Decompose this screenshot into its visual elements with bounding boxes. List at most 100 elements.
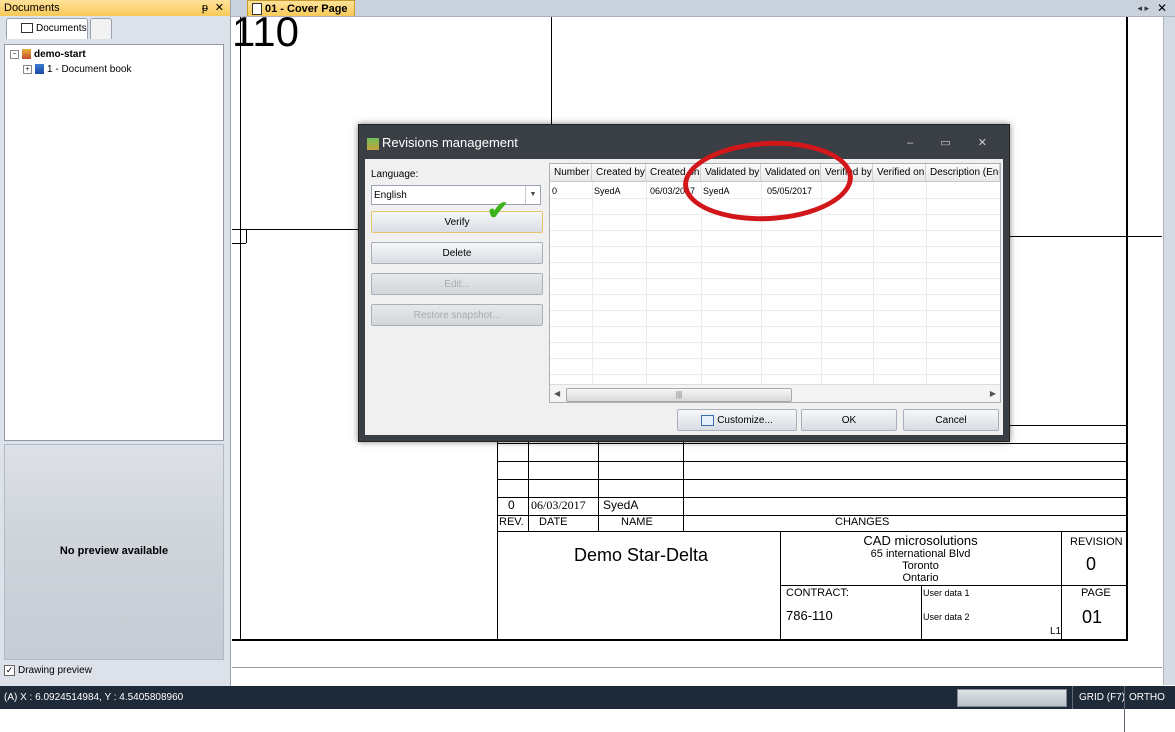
tree-item-document-book[interactable]: +1 - Document book [23, 63, 132, 77]
cell-description [926, 183, 1000, 199]
grid-line [550, 342, 1000, 343]
restore-snapshot-button[interactable]: Restore snapshot... [371, 304, 543, 326]
grid-line [592, 182, 593, 384]
revision-row-name: SyedA [603, 498, 639, 512]
cursor-coordinates: (A) X : 6.0924514984, Y : 4.5405808960 [4, 692, 184, 703]
grid-line [821, 182, 822, 384]
cell-verified-on [873, 183, 926, 199]
dialog-title: Revisions management [382, 135, 518, 150]
user-data-2: User data 2 [923, 612, 970, 622]
frame-line [1126, 17, 1128, 641]
contract-label: CONTRACT: [786, 587, 849, 599]
project-icon [22, 49, 31, 60]
collapse-icon[interactable]: − [10, 49, 19, 59]
document-tree[interactable]: − demo-start +1 - Document book [4, 44, 224, 441]
documents-panel-title: Documents [4, 2, 60, 14]
column-header-verified-on[interactable]: Verified on [873, 164, 926, 182]
grid-line [550, 230, 1000, 231]
tree-item-project[interactable]: − demo-start [10, 48, 86, 62]
table-line [497, 515, 1127, 516]
scrollbar-thumb[interactable]: ||| [566, 388, 792, 402]
project-title: Demo Star-Delta [574, 545, 709, 565]
column-header-created-by[interactable]: Created by [592, 164, 646, 182]
close-document-icon[interactable]: ✕ [1157, 0, 1167, 16]
tree-item-label: demo-start [34, 49, 86, 60]
customize-icon [701, 414, 715, 426]
grid-line [701, 182, 702, 384]
window-controls-icon[interactable]: – ▭ ✕ [907, 125, 999, 161]
user-data-1: User data 1 [923, 588, 970, 598]
pin-icon[interactable]: ᵽ [202, 0, 208, 16]
book-icon [35, 64, 44, 75]
grid-line [550, 374, 1000, 375]
grid-line [550, 326, 1000, 327]
dialog-body: Language: English ▼ Verify ✔ Delete Edit… [365, 159, 1003, 435]
cancel-button[interactable]: Cancel [903, 409, 999, 431]
table-line [497, 479, 1127, 480]
table-line [921, 585, 922, 639]
drawing-preview-checkbox[interactable]: ✓ Drawing preview [4, 665, 92, 676]
header-name: NAME [621, 516, 653, 528]
verify-button[interactable]: Verify [371, 211, 543, 233]
revision-label: REVISION [1070, 536, 1123, 548]
tab-scroll-arrows-icon[interactable]: ◂ ▸ [1137, 0, 1149, 16]
column-header-number[interactable]: Number [550, 164, 592, 182]
header-rev: REV. [499, 516, 524, 528]
frame-line [246, 229, 247, 243]
checkbox-checked-icon[interactable]: ✓ [4, 665, 15, 676]
drawing-preview-label: Drawing preview [18, 665, 92, 677]
language-label: Language: [371, 169, 419, 180]
frame-line [232, 229, 362, 230]
horizontal-scrollbar[interactable]: ◀ ||| ▶ [550, 384, 1000, 402]
contract-value: 786-110 [786, 608, 833, 623]
sheet-code: L1 [1050, 626, 1062, 637]
table-line [497, 425, 498, 640]
column-header-description[interactable]: Description (Engli [926, 164, 1000, 182]
grid-toggle[interactable]: GRID (F7) [1072, 686, 1125, 709]
table-line [497, 443, 1127, 444]
dialog-title-bar[interactable]: Revisions management [367, 125, 518, 161]
documents-icon [21, 23, 33, 34]
status-bar: (A) X : 6.0924514984, Y : 4.5405808960 G… [0, 686, 1175, 732]
table-line [497, 531, 1127, 532]
chevron-down-icon[interactable]: ▼ [525, 186, 540, 204]
drawing-partial-title: 110 [232, 8, 299, 55]
table-line [497, 497, 1127, 498]
scroll-left-icon[interactable]: ◀ [554, 387, 560, 401]
preview-pane: No preview available [4, 444, 224, 660]
company-province: Ontario [902, 572, 939, 584]
grid-line [926, 182, 927, 384]
edit-button[interactable]: Edit... [371, 273, 543, 295]
header-changes: CHANGES [835, 516, 890, 528]
table-line [497, 461, 1127, 462]
language-select-value: English [374, 190, 407, 201]
status-progress-box [957, 689, 1067, 707]
page-label: PAGE [1081, 587, 1111, 599]
expand-icon[interactable]: + [23, 64, 32, 74]
scroll-grip: ||| [675, 390, 683, 399]
revisions-management-dialog: Revisions management – ▭ ✕ Language: Eng… [358, 124, 1010, 442]
cell-created-by: SyedA [594, 186, 621, 196]
language-select[interactable]: English ▼ [371, 185, 541, 205]
tab-empty[interactable] [90, 18, 112, 39]
frame-line [551, 17, 552, 137]
revision-row-date: 06/03/2017 [531, 498, 586, 512]
tab-documents[interactable]: Documents [6, 18, 88, 39]
grid-line [550, 262, 1000, 263]
revisions-icon [367, 137, 379, 150]
header-date: DATE [539, 516, 568, 528]
ortho-toggle[interactable]: ORTHO (F8 [1124, 686, 1175, 732]
close-icon[interactable]: ✕ [215, 0, 224, 16]
document-tab-bar [231, 0, 1175, 17]
frame-line [1008, 236, 1162, 237]
revision-row-rev: 0 [508, 498, 515, 512]
company-address: 65 international Blvd [870, 548, 971, 560]
ok-button[interactable]: OK [801, 409, 897, 431]
page-value: 01 [1082, 607, 1103, 627]
customize-button[interactable]: Customize... [677, 409, 797, 431]
delete-button[interactable]: Delete [371, 242, 543, 264]
grid-line [873, 182, 874, 384]
table-line [780, 585, 1127, 586]
documents-panel: Documents ᵽ ✕ Documents − demo-start +1 -… [0, 0, 231, 686]
scroll-right-icon[interactable]: ▶ [990, 387, 996, 401]
